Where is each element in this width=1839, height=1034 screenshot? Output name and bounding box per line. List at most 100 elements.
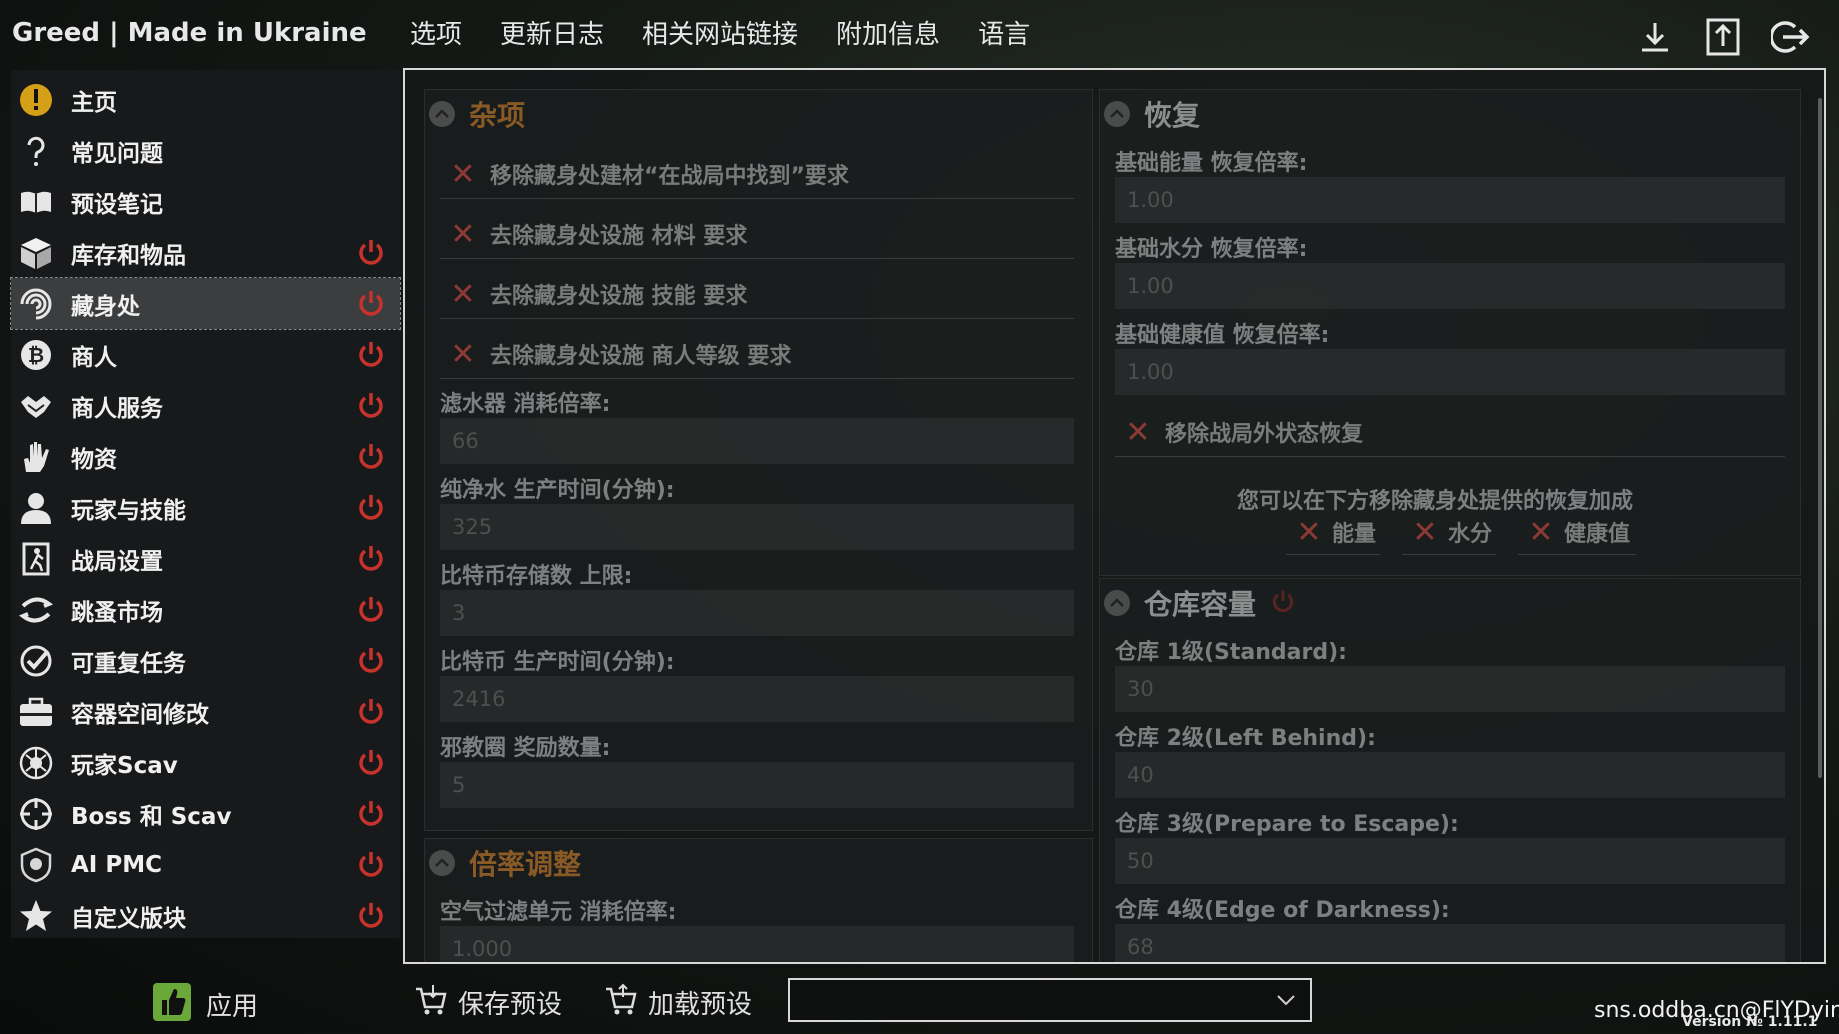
main-scrollbar[interactable] bbox=[1818, 98, 1822, 778]
power-icon[interactable] bbox=[356, 849, 386, 879]
toggle-checkbox[interactable]: ✕ 去除藏身处设施 商人等级 要求 bbox=[440, 330, 1074, 379]
power-icon[interactable] bbox=[356, 543, 386, 573]
number-input[interactable] bbox=[440, 590, 1074, 636]
question-icon bbox=[16, 131, 56, 171]
power-icon[interactable] bbox=[356, 645, 386, 675]
cart-icon bbox=[604, 983, 638, 1021]
remove-health-bonus-check[interactable]: ✕ 健康值 bbox=[1518, 510, 1636, 555]
logout-icon[interactable] bbox=[1768, 14, 1814, 60]
number-input[interactable] bbox=[440, 926, 1074, 962]
number-input[interactable] bbox=[1115, 666, 1785, 712]
power-icon[interactable] bbox=[356, 288, 386, 318]
number-input[interactable] bbox=[440, 418, 1074, 464]
toggle-checkbox[interactable]: ✕ 去除藏身处设施 技能 要求 bbox=[440, 270, 1074, 319]
sidebar-item-label: 玩家与技能 bbox=[71, 497, 186, 524]
sidebar-item[interactable]: 商人服务 bbox=[11, 380, 400, 431]
sidebar-item[interactable]: 藏身处 bbox=[10, 277, 401, 330]
sidebar-item[interactable]: 可重复任务 bbox=[11, 635, 400, 686]
menu-changelog[interactable]: 更新日志 bbox=[500, 14, 604, 51]
power-icon[interactable] bbox=[356, 900, 386, 930]
sidebar-item-label: 商人服务 bbox=[71, 395, 163, 422]
toggle-checkbox[interactable]: ✕ 去除藏身处设施 材料 要求 bbox=[440, 210, 1074, 259]
chevron-up-icon[interactable] bbox=[1104, 590, 1130, 616]
section-multipliers-header[interactable]: 倍率调整 bbox=[429, 843, 581, 883]
remove-hydration-bonus-check[interactable]: ✕ 水分 bbox=[1402, 510, 1496, 555]
toggle-checkbox[interactable]: ✕ 移除藏身处建材“在战局中找到”要求 bbox=[440, 150, 1074, 199]
remove-energy-bonus-check[interactable]: ✕ 能量 bbox=[1286, 510, 1380, 555]
sidebar-item[interactable]: 自定义版块 bbox=[11, 890, 400, 941]
sidebar-item-label: 商人 bbox=[71, 344, 117, 371]
svg-text:₿: ₿ bbox=[28, 343, 44, 367]
power-icon[interactable] bbox=[356, 339, 386, 369]
remove-offraid-recovery-check[interactable]: ✕ 移除战局外状态恢复 bbox=[1115, 408, 1785, 457]
menu-options[interactable]: 选项 bbox=[410, 14, 462, 51]
sidebar-item-label: Boss 和 Scav bbox=[71, 803, 232, 830]
section-misc-header[interactable]: 杂项 bbox=[429, 94, 525, 134]
section-stash-header[interactable]: 仓库容量 bbox=[1104, 583, 1296, 623]
sidebar-item[interactable]: 库存和物品 bbox=[11, 227, 400, 278]
sidebar-item[interactable]: 玩家与技能 bbox=[11, 482, 400, 533]
field-label: 基础水分 恢复倍率: bbox=[1115, 237, 1308, 262]
power-icon[interactable] bbox=[356, 594, 386, 624]
number-input[interactable] bbox=[1115, 177, 1785, 223]
preset-dropdown[interactable] bbox=[788, 978, 1312, 1022]
x-icon: ✕ bbox=[450, 216, 476, 252]
sidebar-item[interactable]: AI PMC bbox=[11, 839, 400, 890]
sidebar-item-label: AI PMC bbox=[71, 851, 162, 878]
section-title: 恢复 bbox=[1144, 99, 1201, 132]
chevron-up-icon[interactable] bbox=[429, 101, 455, 127]
sidebar-item-label: 物资 bbox=[71, 446, 117, 473]
number-input[interactable] bbox=[440, 762, 1074, 808]
top-menu: 选项 更新日志 相关网站链接 附加信息 语言 bbox=[410, 14, 1030, 51]
power-icon[interactable] bbox=[356, 492, 386, 522]
number-input[interactable] bbox=[1115, 263, 1785, 309]
power-icon[interactable] bbox=[356, 696, 386, 726]
briefcase-icon bbox=[16, 692, 56, 732]
download-icon[interactable] bbox=[1632, 14, 1678, 60]
save-preset-button[interactable]: 保存预设 bbox=[414, 983, 562, 1021]
number-input[interactable] bbox=[440, 504, 1074, 550]
sidebar-item[interactable]: 常见问题 bbox=[11, 125, 400, 176]
sidebar-item[interactable]: 主页 bbox=[11, 74, 400, 125]
load-preset-button[interactable]: 加载预设 bbox=[604, 983, 752, 1021]
menu-extra-info[interactable]: 附加信息 bbox=[836, 14, 940, 51]
sidebar-item-label: 预设笔记 bbox=[71, 191, 163, 218]
checkmark-icon bbox=[16, 641, 56, 681]
field-label: 仓库 4级(Edge of Darkness): bbox=[1115, 898, 1450, 923]
apply-button[interactable]: 应用 bbox=[152, 982, 258, 1026]
field-label: 仓库 1级(Standard): bbox=[1115, 640, 1347, 665]
upload-icon[interactable] bbox=[1700, 14, 1746, 60]
power-icon[interactable] bbox=[356, 390, 386, 420]
menu-links[interactable]: 相关网站链接 bbox=[642, 14, 798, 51]
sidebar: 主页常见问题预设笔记库存和物品 藏身处 ₿ 商人商人服务物资玩家与技能战局设置 跳蚤市场… bbox=[10, 70, 401, 941]
field-label: 滤水器 消耗倍率: bbox=[440, 392, 611, 417]
sidebar-item[interactable]: 容器空间修改 bbox=[11, 686, 400, 737]
sidebar-item[interactable]: 预设笔记 bbox=[11, 176, 400, 227]
number-input[interactable] bbox=[1115, 752, 1785, 798]
user-icon bbox=[16, 488, 56, 528]
sidebar-item-label: 主页 bbox=[71, 89, 117, 116]
number-input[interactable] bbox=[440, 676, 1074, 722]
sidebar-item[interactable]: 玩家Scav bbox=[11, 737, 400, 788]
chevron-up-icon[interactable] bbox=[1104, 101, 1130, 127]
power-icon[interactable] bbox=[356, 441, 386, 471]
field-label: 基础能量 恢复倍率: bbox=[1115, 151, 1308, 176]
power-icon[interactable] bbox=[356, 747, 386, 777]
sidebar-item[interactable]: ₿ 商人 bbox=[11, 329, 400, 380]
number-input[interactable] bbox=[1115, 924, 1785, 962]
power-icon[interactable] bbox=[1270, 588, 1296, 618]
power-icon[interactable] bbox=[356, 798, 386, 828]
sidebar-item[interactable]: 物资 bbox=[11, 431, 400, 482]
number-input[interactable] bbox=[1115, 838, 1785, 884]
number-input[interactable] bbox=[1115, 349, 1785, 395]
chevron-down-icon bbox=[1276, 992, 1296, 1011]
hand-icon bbox=[16, 437, 56, 477]
menu-language[interactable]: 语言 bbox=[978, 14, 1030, 51]
chevron-up-icon[interactable] bbox=[429, 850, 455, 876]
power-icon[interactable] bbox=[356, 237, 386, 267]
section-recovery-header[interactable]: 恢复 bbox=[1104, 94, 1200, 134]
sidebar-item[interactable]: 战局设置 bbox=[11, 533, 400, 584]
sidebar-item-label: 玩家Scav bbox=[71, 752, 178, 779]
sidebar-item[interactable]: 跳蚤市场 bbox=[11, 584, 400, 635]
sidebar-item[interactable]: Boss 和 Scav bbox=[11, 788, 400, 839]
